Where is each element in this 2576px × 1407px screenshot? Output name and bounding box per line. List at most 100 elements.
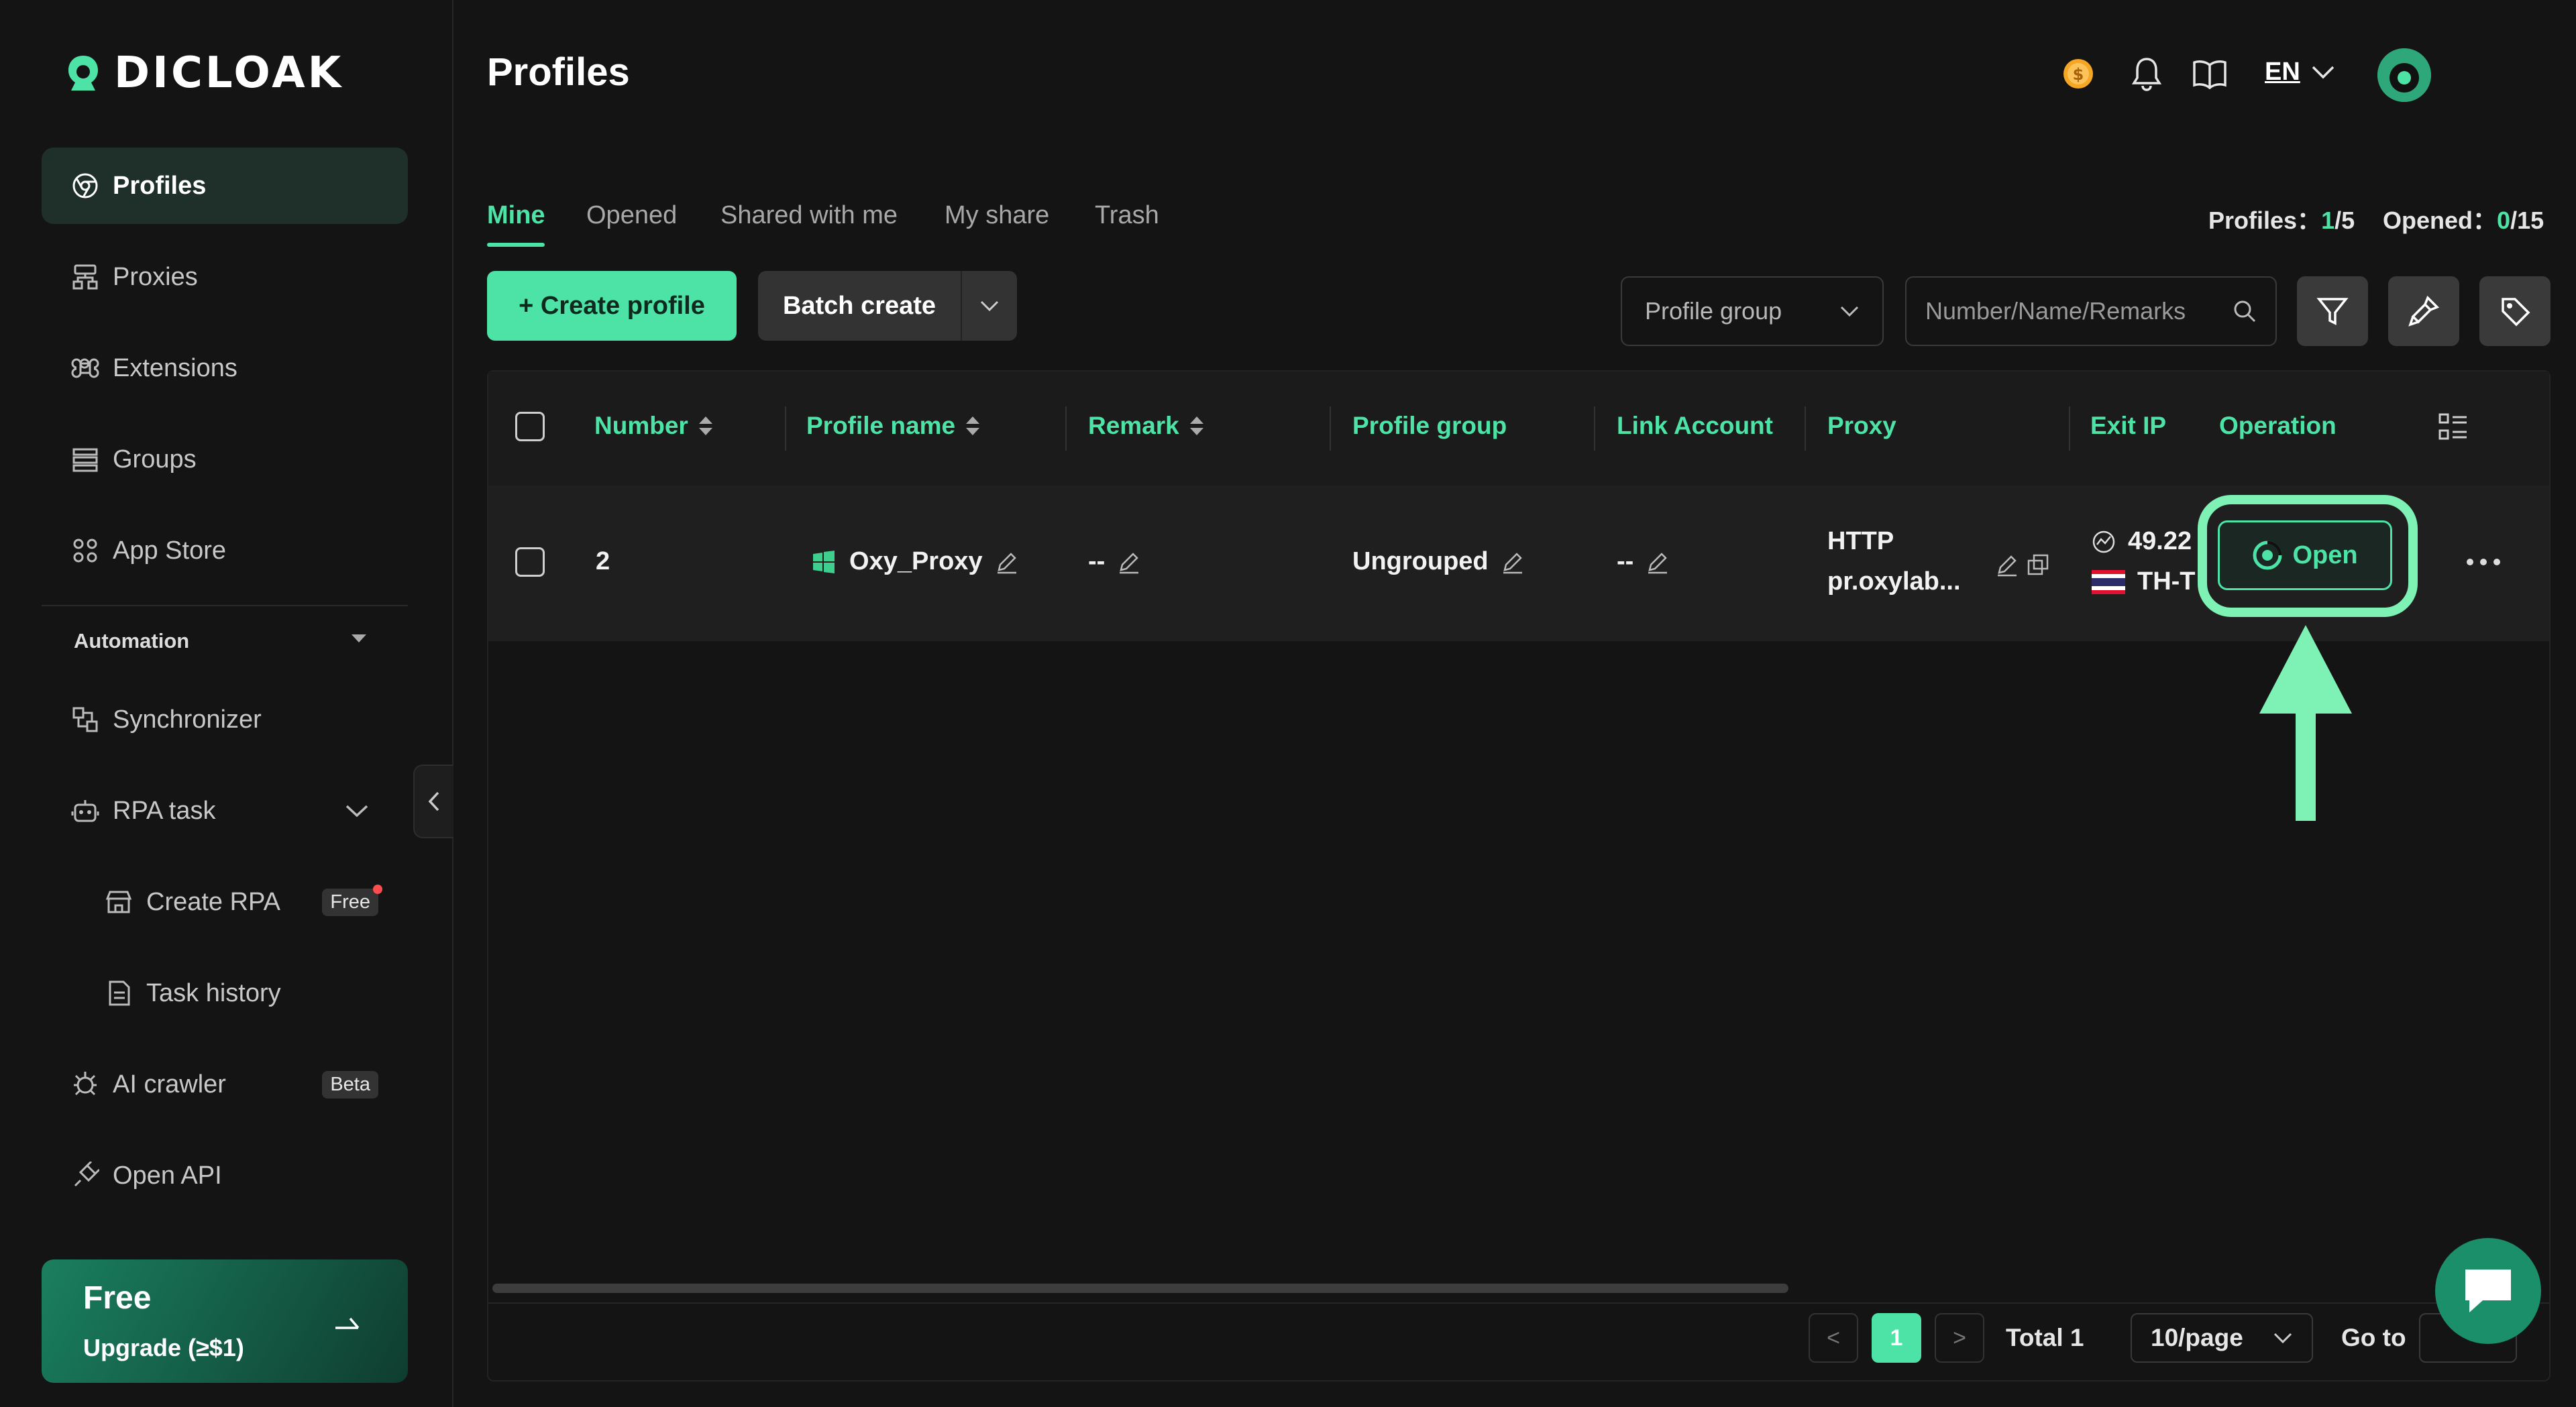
tag-button[interactable]: [2479, 276, 2551, 346]
column-header-profile-name[interactable]: Profile name: [806, 412, 981, 440]
store-icon: [103, 887, 134, 917]
upgrade-card[interactable]: Free Upgrade (≥$1): [42, 1259, 408, 1383]
prev-page-button[interactable]: <: [1809, 1313, 1858, 1363]
sidebar-item-app-store[interactable]: App Store: [42, 512, 408, 589]
link-account-cell: --: [1617, 547, 1670, 576]
search-input[interactable]: Number/Name/Remarks: [1905, 276, 2277, 346]
page-1-button[interactable]: 1: [1872, 1313, 1921, 1363]
search-placeholder: Number/Name/Remarks: [1925, 297, 2186, 325]
language-selector[interactable]: EN: [2265, 58, 2335, 87]
column-header-remark[interactable]: Remark: [1088, 412, 1205, 440]
edit-icon[interactable]: [1117, 550, 1141, 574]
sort-icon[interactable]: [698, 414, 714, 438]
sort-icon[interactable]: [965, 414, 981, 438]
open-profile-label: Open: [2292, 541, 2358, 569]
exit-region-value: TH-T: [2137, 567, 2196, 596]
profile-group-cell: Ungrouped: [1352, 547, 1525, 576]
batch-create-button[interactable]: Batch create: [758, 271, 1017, 341]
table-header: Number Profile name Remark Profile group…: [488, 372, 2549, 486]
chevron-down-icon: [2312, 66, 2334, 78]
column-settings-icon[interactable]: [2438, 412, 2469, 443]
edit-icon[interactable]: [1995, 553, 2019, 577]
horizontal-scrollbar[interactable]: [492, 1284, 1788, 1293]
chat-icon: [2465, 1270, 2511, 1312]
plan-label: Free: [83, 1280, 152, 1316]
column-header-label: Profile group: [1352, 412, 1507, 439]
copy-icon[interactable]: [2026, 553, 2050, 577]
filter-button[interactable]: [2297, 276, 2368, 346]
sidebar-item-ai-crawler[interactable]: AI crawler Beta: [42, 1046, 408, 1123]
proxy-host[interactable]: pr.oxylab...: [1827, 567, 1961, 596]
sidebar-item-create-rpa[interactable]: Create RPA Free: [42, 864, 408, 940]
clean-button[interactable]: [2388, 276, 2459, 346]
column-separator[interactable]: [1805, 406, 1806, 451]
automation-section-label[interactable]: Automation: [74, 629, 189, 653]
chrome-icon: [70, 170, 101, 201]
chevron-down-icon: [980, 300, 999, 312]
open-profile-button[interactable]: Open: [2218, 520, 2392, 590]
speed-test-icon[interactable]: [2092, 530, 2116, 554]
filter-icon: [2316, 298, 2349, 325]
sidebar-item-label: Groups: [113, 445, 197, 473]
tab-trash[interactable]: Trash: [1095, 201, 1159, 230]
column-separator[interactable]: [785, 406, 786, 451]
sidebar: DICLOAK Profiles Proxies Extensions Grou…: [0, 0, 453, 1407]
sidebar-item-proxies[interactable]: Proxies: [42, 239, 408, 315]
column-separator[interactable]: [1065, 406, 1067, 451]
profiles-count-label: Profiles：: [2208, 207, 2322, 234]
coin-icon[interactable]: $: [2059, 55, 2097, 93]
batch-create-dropdown[interactable]: [961, 271, 1017, 341]
sidebar-item-groups[interactable]: Groups: [42, 421, 408, 498]
sidebar-item-open-api[interactable]: Open API: [42, 1137, 408, 1214]
avatar[interactable]: [2377, 48, 2431, 102]
profile-name[interactable]: Oxy_Proxy: [849, 547, 983, 576]
search-icon[interactable]: [2233, 299, 2257, 323]
chevron-down-icon[interactable]: [345, 803, 369, 818]
tab-opened[interactable]: Opened: [586, 201, 677, 230]
column-header-label: Operation: [2219, 412, 2337, 439]
sidebar-item-extensions[interactable]: Extensions: [42, 330, 408, 406]
sidebar-item-rpa-task[interactable]: RPA task: [42, 773, 408, 849]
column-header-label: Remark: [1088, 412, 1179, 439]
profile-group-select[interactable]: Profile group: [1621, 276, 1884, 346]
sidebar-item-task-history[interactable]: Task history: [42, 955, 408, 1031]
sidebar-item-synchronizer[interactable]: Synchronizer: [42, 681, 408, 758]
exit-ip-cell: 49.22: [2092, 527, 2192, 556]
column-separator[interactable]: [1594, 406, 1595, 451]
edit-icon[interactable]: [1646, 550, 1670, 574]
exit-ip-value: 49.22: [2128, 527, 2192, 555]
edit-icon[interactable]: [1501, 550, 1525, 574]
open-browser-icon: [2253, 541, 2282, 570]
remark-value: --: [1088, 547, 1106, 575]
batch-create-label[interactable]: Batch create: [758, 292, 961, 321]
sidebar-item-label: Proxies: [113, 262, 198, 291]
bell-icon[interactable]: [2128, 55, 2165, 93]
column-header-number[interactable]: Number: [594, 412, 714, 440]
tab-mine[interactable]: Mine: [487, 201, 545, 230]
active-tab-indicator: [487, 243, 545, 247]
edit-icon[interactable]: [995, 550, 1019, 574]
chat-support-button[interactable]: [2435, 1238, 2541, 1344]
column-separator[interactable]: [2069, 406, 2070, 451]
page-size-select[interactable]: 10/page: [2131, 1313, 2313, 1363]
more-options-icon[interactable]: [2463, 555, 2504, 569]
next-page-glyph: >: [1953, 1325, 1966, 1351]
caret-down-icon[interactable]: [350, 633, 368, 644]
row-checkbox[interactable]: [515, 547, 545, 577]
book-icon[interactable]: [2191, 55, 2229, 93]
select-all-checkbox[interactable]: [515, 412, 545, 441]
sidebar-item-label: Extensions: [113, 353, 237, 382]
next-page-button[interactable]: >: [1935, 1313, 1984, 1363]
profile-name-cell: Oxy_Proxy: [810, 547, 1019, 576]
tab-shared-with-me[interactable]: Shared with me: [720, 201, 898, 230]
app-logo[interactable]: DICLOAK: [62, 48, 343, 98]
create-profile-button[interactable]: + Create profile: [487, 271, 737, 341]
link-account-value: --: [1617, 547, 1634, 575]
sort-icon[interactable]: [1189, 414, 1205, 438]
column-separator[interactable]: [1330, 406, 1331, 451]
tab-my-share[interactable]: My share: [945, 201, 1049, 230]
sidebar-item-profiles[interactable]: Profiles: [42, 148, 408, 224]
tag-icon: [2502, 298, 2530, 327]
sidebar-collapse-button[interactable]: [413, 765, 453, 838]
thailand-flag-icon: [2092, 569, 2125, 594]
